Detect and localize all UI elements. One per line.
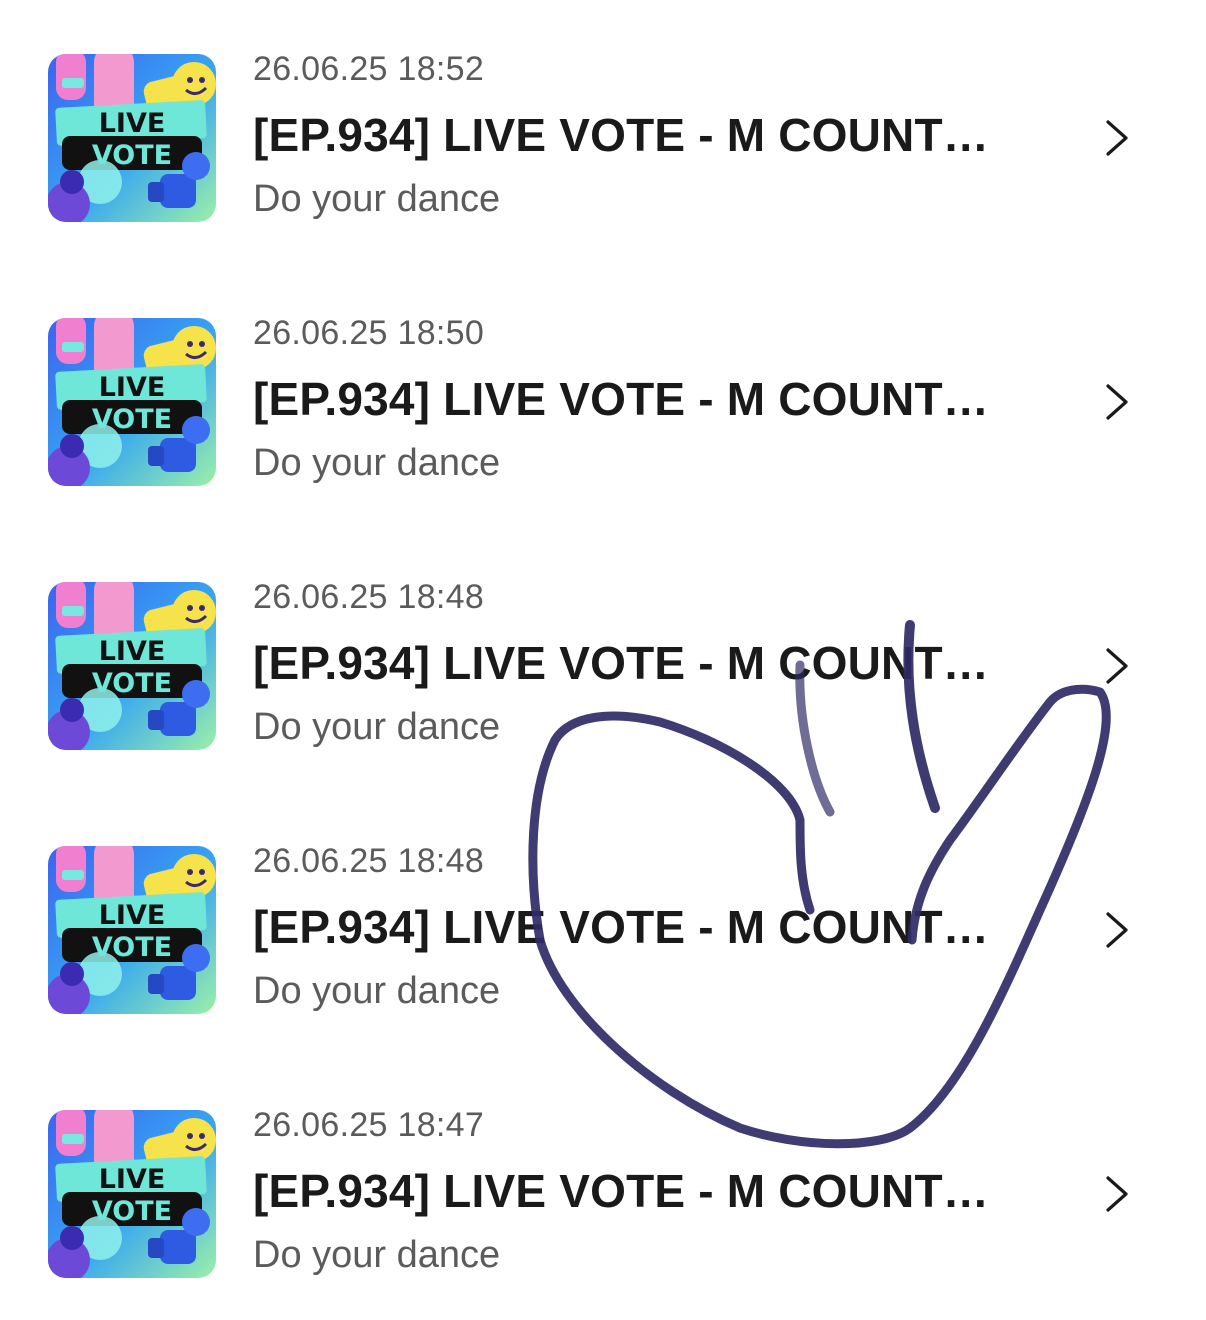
notification-subtitle: Do your dance <box>253 178 501 220</box>
thumb-label-vote: VOTE <box>92 668 172 699</box>
notification-title: [EP.934] LIVE VOTE - M COUNTDOWN <box>253 637 1013 689</box>
notification-subtitle: Do your dance <box>253 970 501 1012</box>
chevron-right-icon[interactable] <box>1098 646 1132 686</box>
notification-item[interactable]: LIVE VOTE 26.06.25 18:50 [EP.934] LIVE V… <box>0 264 1206 528</box>
notification-timestamp: 26.06.25 18:52 <box>253 50 485 88</box>
chevron-right-icon[interactable] <box>1098 910 1132 950</box>
notification-subtitle: Do your dance <box>253 1234 501 1276</box>
notification-subtitle: Do your dance <box>253 706 501 748</box>
thumb-label-live: LIVE <box>99 636 166 667</box>
thumb-label-vote: VOTE <box>92 932 172 963</box>
chevron-right-icon[interactable] <box>1098 1174 1132 1214</box>
thumb-label-live: LIVE <box>99 900 166 931</box>
notification-title: [EP.934] LIVE VOTE - M COUNTDOWN <box>253 109 1013 161</box>
thumb-label-vote: VOTE <box>92 1196 172 1227</box>
notification-timestamp: 26.06.25 18:48 <box>253 842 485 880</box>
notification-item[interactable]: LIVE VOTE 26.06.25 18:47 [EP.934] LIVE V… <box>0 1056 1206 1320</box>
notification-title: [EP.934] LIVE VOTE - M COUNTDOWN <box>253 901 1013 953</box>
thumb-label-live: LIVE <box>99 108 166 139</box>
notification-list: LIVE VOTE 26.06.25 18:52 [EP.934] LIVE V… <box>0 0 1206 1314</box>
notification-timestamp: 26.06.25 18:50 <box>253 314 485 352</box>
notification-title: [EP.934] LIVE VOTE - M COUNTDOWN <box>253 1165 1013 1217</box>
thumb-label-vote: VOTE <box>92 140 172 171</box>
notification-timestamp: 26.06.25 18:48 <box>253 578 485 616</box>
chevron-right-icon[interactable] <box>1098 382 1132 422</box>
live-vote-thumbnail: LIVE VOTE <box>48 582 216 750</box>
notification-item[interactable]: LIVE VOTE 26.06.25 18:52 [EP.934] LIVE V… <box>0 0 1206 264</box>
live-vote-thumbnail: LIVE VOTE <box>48 1110 216 1278</box>
notification-title: [EP.934] LIVE VOTE - M COUNTDOWN <box>253 373 1013 425</box>
thumb-label-live: LIVE <box>99 372 166 403</box>
thumb-label-live: LIVE <box>99 1164 166 1195</box>
notification-item[interactable]: LIVE VOTE 26.06.25 18:48 [EP.934] LIVE V… <box>0 792 1206 1056</box>
notification-timestamp: 26.06.25 18:47 <box>253 1106 485 1144</box>
notification-subtitle: Do your dance <box>253 442 501 484</box>
thumb-label-vote: VOTE <box>92 404 172 435</box>
live-vote-thumbnail: LIVE VOTE <box>48 846 216 1014</box>
notification-item[interactable]: LIVE VOTE 26.06.25 18:48 [EP.934] LIVE V… <box>0 528 1206 792</box>
live-vote-thumbnail: LIVE VOTE <box>48 318 216 486</box>
live-vote-thumbnail: LIVE VOTE <box>48 54 216 222</box>
chevron-right-icon[interactable] <box>1098 118 1132 158</box>
